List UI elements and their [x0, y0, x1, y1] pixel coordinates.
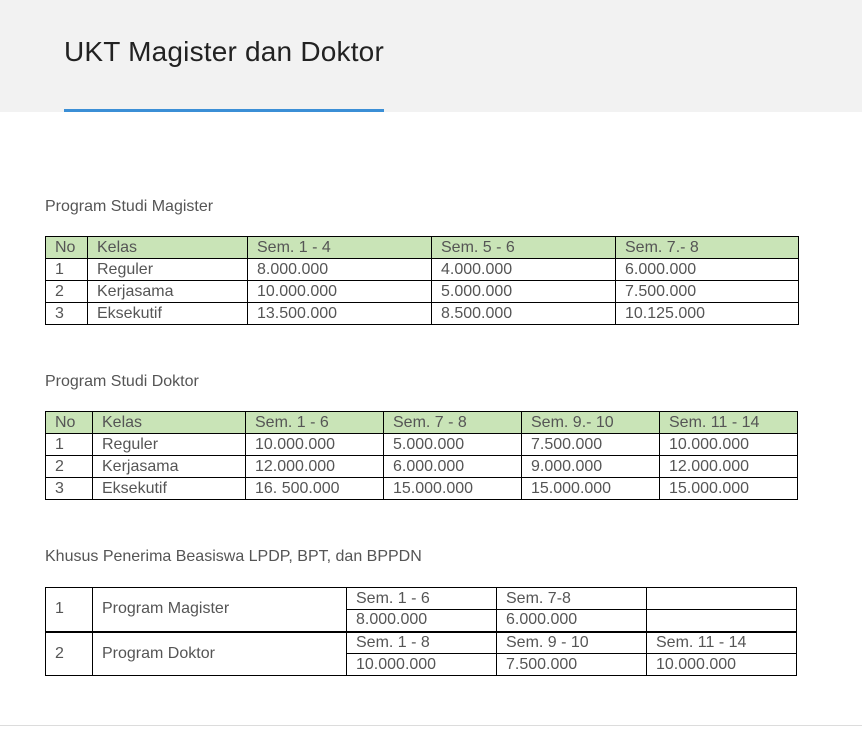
program-name: Program Doktor: [92, 630, 347, 676]
table-cell: 12.000.000: [659, 455, 798, 478]
column-header: Kelas: [92, 411, 246, 434]
column-header: Sem. 1 - 6: [245, 411, 384, 434]
semester-label: Sem. 11 - 14: [646, 630, 797, 654]
semester-value: 10.000.000: [346, 653, 497, 676]
table-cell: 10.125.000: [615, 302, 799, 325]
table-row: 3 Eksekutif 16. 500.000 15.000.000 15.00…: [45, 477, 798, 500]
semester-label: Sem. 7-8: [496, 587, 647, 610]
magister-section-title: Program Studi Magister: [45, 198, 214, 215]
table-cell: 16. 500.000: [245, 477, 384, 500]
table-header-row: No Kelas Sem. 1 - 4 Sem. 5 - 6 Sem. 7.- …: [45, 236, 799, 259]
table-cell: 7.500.000: [615, 280, 799, 303]
table-header-row: No Kelas Sem. 1 - 6 Sem. 7 - 8 Sem. 9.- …: [45, 411, 798, 434]
column-header: No: [45, 236, 88, 259]
program-name: Program Magister: [92, 587, 347, 632]
column-header: Sem. 1 - 4: [247, 236, 432, 259]
semester-label: [646, 587, 797, 610]
table-cell: 7.500.000: [521, 433, 660, 456]
semester-label: Sem. 1 - 8: [346, 630, 497, 654]
table-row: 2 Kerjasama 12.000.000 6.000.000 9.000.0…: [45, 455, 798, 478]
table-cell: 2: [45, 455, 93, 478]
page-title: UKT Magister dan Doktor: [64, 36, 384, 67]
table-cell: Eksekutif: [92, 477, 246, 500]
table-cell: 6.000.000: [383, 455, 522, 478]
table-cell: 8.000.000: [247, 258, 432, 281]
doktor-section-title: Program Studi Doktor: [45, 373, 199, 390]
column-header: Sem. 11 - 14: [659, 411, 798, 434]
table-cell: 9.000.000: [521, 455, 660, 478]
khusus-section-title: Khusus Penerima Beasiswa LPDP, BPT, dan …: [45, 548, 422, 565]
table-cell: Eksekutif: [87, 302, 248, 325]
table-row: 2 Kerjasama 10.000.000 5.000.000 7.500.0…: [45, 280, 799, 303]
table-cell: 3: [45, 477, 93, 500]
table-row: 1 Reguler 8.000.000 4.000.000 6.000.000: [45, 258, 799, 281]
table-cell: 8.500.000: [431, 302, 616, 325]
table-cell: 6.000.000: [615, 258, 799, 281]
table-cell: 10.000.000: [245, 433, 384, 456]
table-cell: 1: [45, 258, 88, 281]
semester-label: Sem. 9 - 10: [496, 630, 647, 654]
column-header: No: [45, 411, 93, 434]
column-header: Kelas: [87, 236, 248, 259]
magister-table: No Kelas Sem. 1 - 4 Sem. 5 - 6 Sem. 7.- …: [45, 236, 799, 325]
table-cell: 5.000.000: [431, 280, 616, 303]
table-row: 1 Reguler 10.000.000 5.000.000 7.500.000…: [45, 433, 798, 456]
table-cell: Kerjasama: [92, 455, 246, 478]
table-cell: 15.000.000: [383, 477, 522, 500]
title-underline: [64, 109, 384, 112]
table-row: 1 Program Magister Sem. 1 - 6 Sem. 7-8: [45, 587, 797, 632]
table-cell: 10.000.000: [659, 433, 798, 456]
table-cell: 10.000.000: [247, 280, 432, 303]
khusus-table: 1 Program Magister Sem. 1 - 6 Sem. 7-8 8…: [45, 587, 797, 676]
table-row: 2 Program Doktor Sem. 1 - 8 Sem. 9 - 10 …: [45, 630, 797, 676]
semester-value: 6.000.000: [496, 609, 647, 632]
semester-value: 8.000.000: [346, 609, 497, 632]
semester-value: 10.000.000: [646, 653, 797, 676]
semester-label: Sem. 1 - 6: [346, 587, 497, 610]
table-cell: Reguler: [92, 433, 246, 456]
table-cell: 15.000.000: [521, 477, 660, 500]
table-cell: Reguler: [87, 258, 248, 281]
table-cell: Kerjasama: [87, 280, 248, 303]
table-row: 3 Eksekutif 13.500.000 8.500.000 10.125.…: [45, 302, 799, 325]
column-header: Sem. 5 - 6: [431, 236, 616, 259]
semester-value: [646, 609, 797, 632]
page-header: UKT Magister dan Doktor: [0, 0, 862, 112]
table-cell: 5.000.000: [383, 433, 522, 456]
table-cell: 12.000.000: [245, 455, 384, 478]
column-header: Sem. 9.- 10: [521, 411, 660, 434]
table-cell: 2: [45, 280, 88, 303]
table-cell: 13.500.000: [247, 302, 432, 325]
footer-divider: [0, 725, 862, 726]
table-cell: 15.000.000: [659, 477, 798, 500]
table-cell: 1: [45, 587, 93, 632]
column-header: Sem. 7.- 8: [615, 236, 799, 259]
table-cell: 1: [45, 433, 93, 456]
column-header: Sem. 7 - 8: [383, 411, 522, 434]
table-cell: 3: [45, 302, 88, 325]
semester-value: 7.500.000: [496, 653, 647, 676]
table-cell: 4.000.000: [431, 258, 616, 281]
doktor-table: No Kelas Sem. 1 - 6 Sem. 7 - 8 Sem. 9.- …: [45, 411, 798, 500]
table-cell: 2: [45, 630, 93, 676]
